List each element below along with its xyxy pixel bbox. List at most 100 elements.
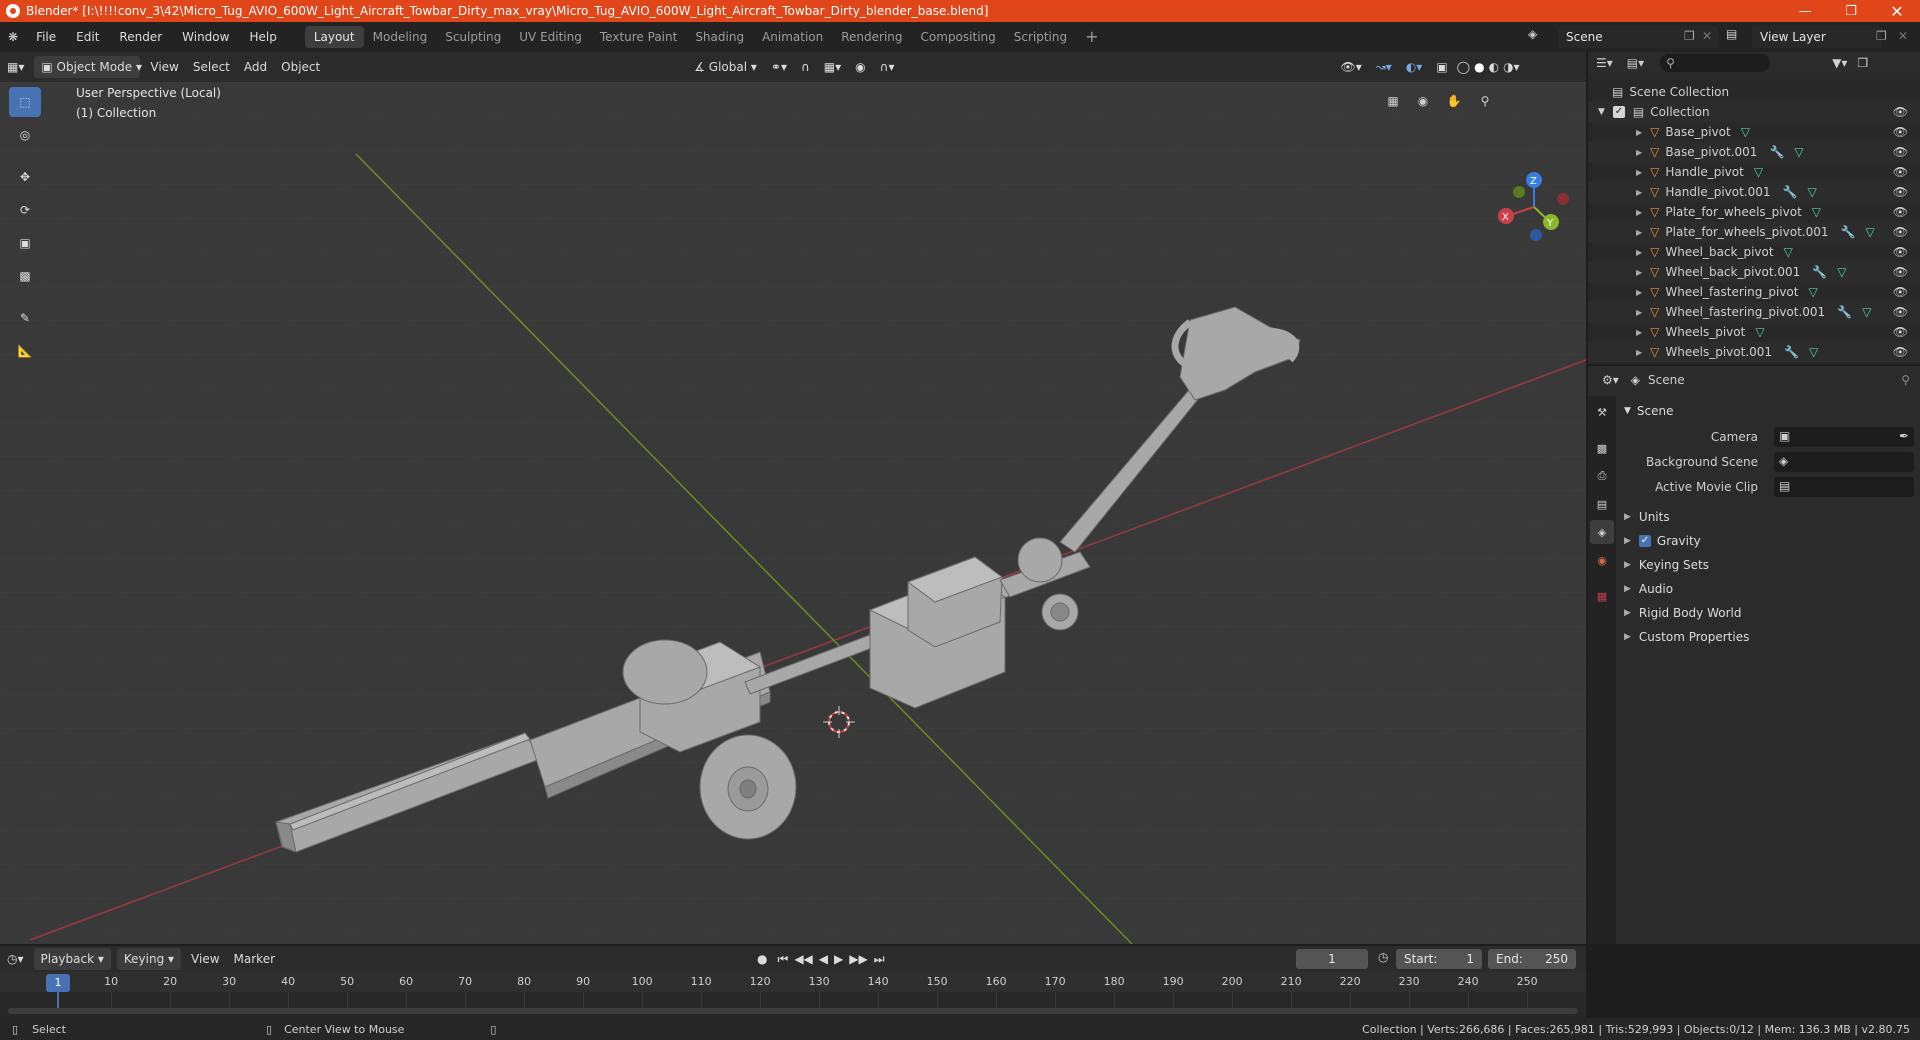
current-frame-field[interactable]: 1 xyxy=(1296,949,1368,969)
rotate-tool-icon[interactable]: ⟳ xyxy=(9,195,41,225)
visibility-eye-icon[interactable]: 👁 xyxy=(1893,185,1908,199)
tab-compositing[interactable]: Compositing xyxy=(912,26,1005,48)
keying-dropdown[interactable]: Keying ▾ xyxy=(116,948,182,970)
properties-subpanel[interactable]: ▶ ✓ Gravity xyxy=(1624,530,1912,552)
expand-arrow-icon[interactable]: ▶ xyxy=(1636,208,1642,217)
outliner-item[interactable]: ▶ ▽ Base_pivot ▽ 👁 xyxy=(1588,122,1920,142)
properties-subpanel[interactable]: ▶ Keying Sets xyxy=(1624,554,1912,576)
output-tab-icon[interactable]: ⎙ xyxy=(1590,464,1614,488)
transform-tool-icon[interactable]: ▩ xyxy=(9,261,41,291)
blender-menu-icon[interactable]: ❋ xyxy=(0,22,26,52)
menu-help[interactable]: Help xyxy=(239,22,286,52)
tab-rendering[interactable]: Rendering xyxy=(832,26,911,48)
menu-file[interactable]: File xyxy=(26,22,66,52)
pin-icon[interactable]: ⚲ xyxy=(1901,373,1910,387)
prev-keyframe-icon[interactable]: ◀◀ xyxy=(791,948,815,970)
mesh-data-icon[interactable]: ▽ xyxy=(1837,265,1846,279)
visibility-eye-icon[interactable]: 👁 xyxy=(1893,145,1908,159)
expand-arrow-icon[interactable]: ▶ xyxy=(1636,168,1642,177)
properties-subpanel[interactable]: ▶ Custom Properties xyxy=(1624,626,1912,648)
menu-add[interactable]: Add xyxy=(237,56,274,78)
camera-field[interactable]: ▣ ✒ xyxy=(1774,427,1914,447)
mesh-data-icon[interactable]: ▽ xyxy=(1755,325,1764,339)
expand-arrow-icon[interactable]: ▶ xyxy=(1636,128,1642,137)
new-scene-icon[interactable]: ❐ xyxy=(1684,29,1695,43)
modifier-wrench-icon[interactable]: 🔧 xyxy=(1769,145,1784,159)
playback-dropdown[interactable]: Playback ▾ xyxy=(33,948,111,970)
modifier-wrench-icon[interactable]: 🔧 xyxy=(1812,265,1827,279)
texture-tab-icon[interactable]: ▦ xyxy=(1590,584,1614,608)
outliner-item[interactable]: ▶ ▽ Handle_pivot.001 🔧 ▽ 👁 xyxy=(1588,182,1920,202)
visibility-eye-icon[interactable]: 👁 xyxy=(1893,225,1908,239)
outliner-item[interactable]: ▶ ▽ Handle_pivot ▽ 👁 xyxy=(1588,162,1920,182)
tab-uv-editing[interactable]: UV Editing xyxy=(510,26,591,48)
movie-clip-field[interactable]: ▤ xyxy=(1774,477,1914,497)
camera-view-icon[interactable]: ◉ xyxy=(1410,88,1436,114)
view-layer-icon[interactable]: ▤ xyxy=(1726,27,1737,41)
collapse-arrow-icon[interactable]: ▼ xyxy=(1598,107,1605,117)
outliner-item[interactable]: ▶ ▽ Wheel_back_pivot ▽ 👁 xyxy=(1588,242,1920,262)
modifier-wrench-icon[interactable]: 🔧 xyxy=(1783,185,1798,199)
menu-view[interactable]: View xyxy=(143,56,185,78)
tool-tab-icon[interactable]: ⚒ xyxy=(1590,400,1614,424)
outliner-item[interactable]: ▶ ▽ Base_pivot.001 🔧 ▽ 👁 xyxy=(1588,142,1920,162)
visibility-eye-icon[interactable]: 👁 xyxy=(1893,165,1908,179)
end-frame-field[interactable]: End: 250 xyxy=(1488,949,1576,969)
new-view-layer-icon[interactable]: ❐ xyxy=(1876,29,1887,43)
visibility-eye-icon[interactable]: 👁 xyxy=(1893,345,1908,359)
mesh-data-icon[interactable]: ▽ xyxy=(1794,145,1803,159)
mesh-data-icon[interactable]: ▽ xyxy=(1809,345,1818,359)
xray-icon[interactable]: ▣ xyxy=(1429,56,1454,78)
expand-arrow-icon[interactable]: ▶ xyxy=(1636,148,1642,157)
world-tab-icon[interactable]: ◉ xyxy=(1590,548,1614,572)
delete-view-layer-icon[interactable]: ✕ xyxy=(1898,29,1908,43)
visibility-eye-icon[interactable]: 👁 xyxy=(1893,305,1908,319)
eyedropper-icon[interactable]: ✒ xyxy=(1899,429,1909,443)
wireframe-shading-icon[interactable]: ◯ xyxy=(1455,56,1472,78)
3d-viewport[interactable]: Z X Y User Perspective (Local) (1) Colle… xyxy=(0,82,1586,944)
properties-subpanel[interactable]: ▶ Audio xyxy=(1624,578,1912,600)
outliner-item[interactable]: ▶ ▽ Plate_for_wheels_pivot ▽ 👁 xyxy=(1588,202,1920,222)
outliner-item[interactable]: ▶ ▽ Wheel_back_pivot.001 🔧 ▽ 👁 xyxy=(1588,262,1920,282)
outliner-scene-collection[interactable]: ▤ Scene Collection xyxy=(1588,82,1920,102)
pivot-icon[interactable]: ⚭▾ xyxy=(764,56,794,78)
timeline-area[interactable]: 10 20 30 40 50 60 70 80 90 100 110 120 130 140 150 160 1… xyxy=(0,972,1586,1018)
outliner-item[interactable]: ▶ ▽ Wheel_fastering_pivot.001 🔧 ▽ 👁 xyxy=(1588,302,1920,322)
menu-select[interactable]: Select xyxy=(186,56,237,78)
editor-type-icon[interactable]: ▦▾ xyxy=(0,56,31,78)
add-workspace-icon[interactable]: + xyxy=(1076,26,1107,48)
zoom-icon[interactable]: ⚲ xyxy=(1472,88,1498,114)
tab-layout[interactable]: Layout xyxy=(304,26,364,48)
play-icon[interactable]: ▶ xyxy=(831,948,846,970)
gravity-checkbox[interactable]: ✓ xyxy=(1638,535,1651,547)
expand-arrow-icon[interactable]: ▶ xyxy=(1636,188,1642,197)
select-box-tool-icon[interactable]: ⬚ xyxy=(9,87,41,117)
playhead-frame-badge[interactable]: 1 xyxy=(46,974,70,992)
jump-end-icon[interactable]: ⏭ xyxy=(871,948,888,970)
tab-texture-paint[interactable]: Texture Paint xyxy=(591,26,686,48)
timeline-editor-icon[interactable]: ◷▾ xyxy=(0,948,31,970)
jump-start-icon[interactable]: ⏮ xyxy=(775,948,792,970)
expand-arrow-icon[interactable]: ▶ xyxy=(1636,228,1642,237)
view-layer-field[interactable]: View Layer xyxy=(1752,26,1882,48)
menu-render[interactable]: Render xyxy=(109,22,172,52)
view-layer-tab-icon[interactable]: ▤ xyxy=(1590,492,1614,516)
mesh-data-icon[interactable]: ▽ xyxy=(1808,285,1817,299)
properties-subpanel[interactable]: ▶ Units xyxy=(1624,506,1912,528)
new-collection-icon[interactable]: ❐ xyxy=(1857,56,1868,70)
next-keyframe-icon[interactable]: ▶▶ xyxy=(846,948,870,970)
visibility-icon[interactable]: 👁▾ xyxy=(1333,56,1368,78)
render-tab-icon[interactable]: ▩ xyxy=(1590,436,1614,460)
restore-icon[interactable]: ❐ xyxy=(1828,0,1874,22)
timeline-menu-marker[interactable]: Marker xyxy=(227,948,282,970)
gizmo-icon[interactable]: ↝▾ xyxy=(1369,56,1399,78)
solid-shading-icon[interactable]: ● xyxy=(1472,56,1486,78)
snap-icon[interactable]: ∩ xyxy=(794,56,817,78)
timeline-menu-view[interactable]: View xyxy=(184,948,226,970)
outliner-item[interactable]: ▶ ▽ Wheels_pivot.001 🔧 ▽ 👁 xyxy=(1588,342,1920,362)
cursor-tool-icon[interactable]: ◎ xyxy=(9,120,41,150)
pan-hand-icon[interactable]: ✋ xyxy=(1441,88,1467,114)
background-scene-field[interactable]: ◈ xyxy=(1774,452,1914,472)
scale-tool-icon[interactable]: ▣ xyxy=(9,228,41,258)
tab-sculpting[interactable]: Sculpting xyxy=(436,26,510,48)
